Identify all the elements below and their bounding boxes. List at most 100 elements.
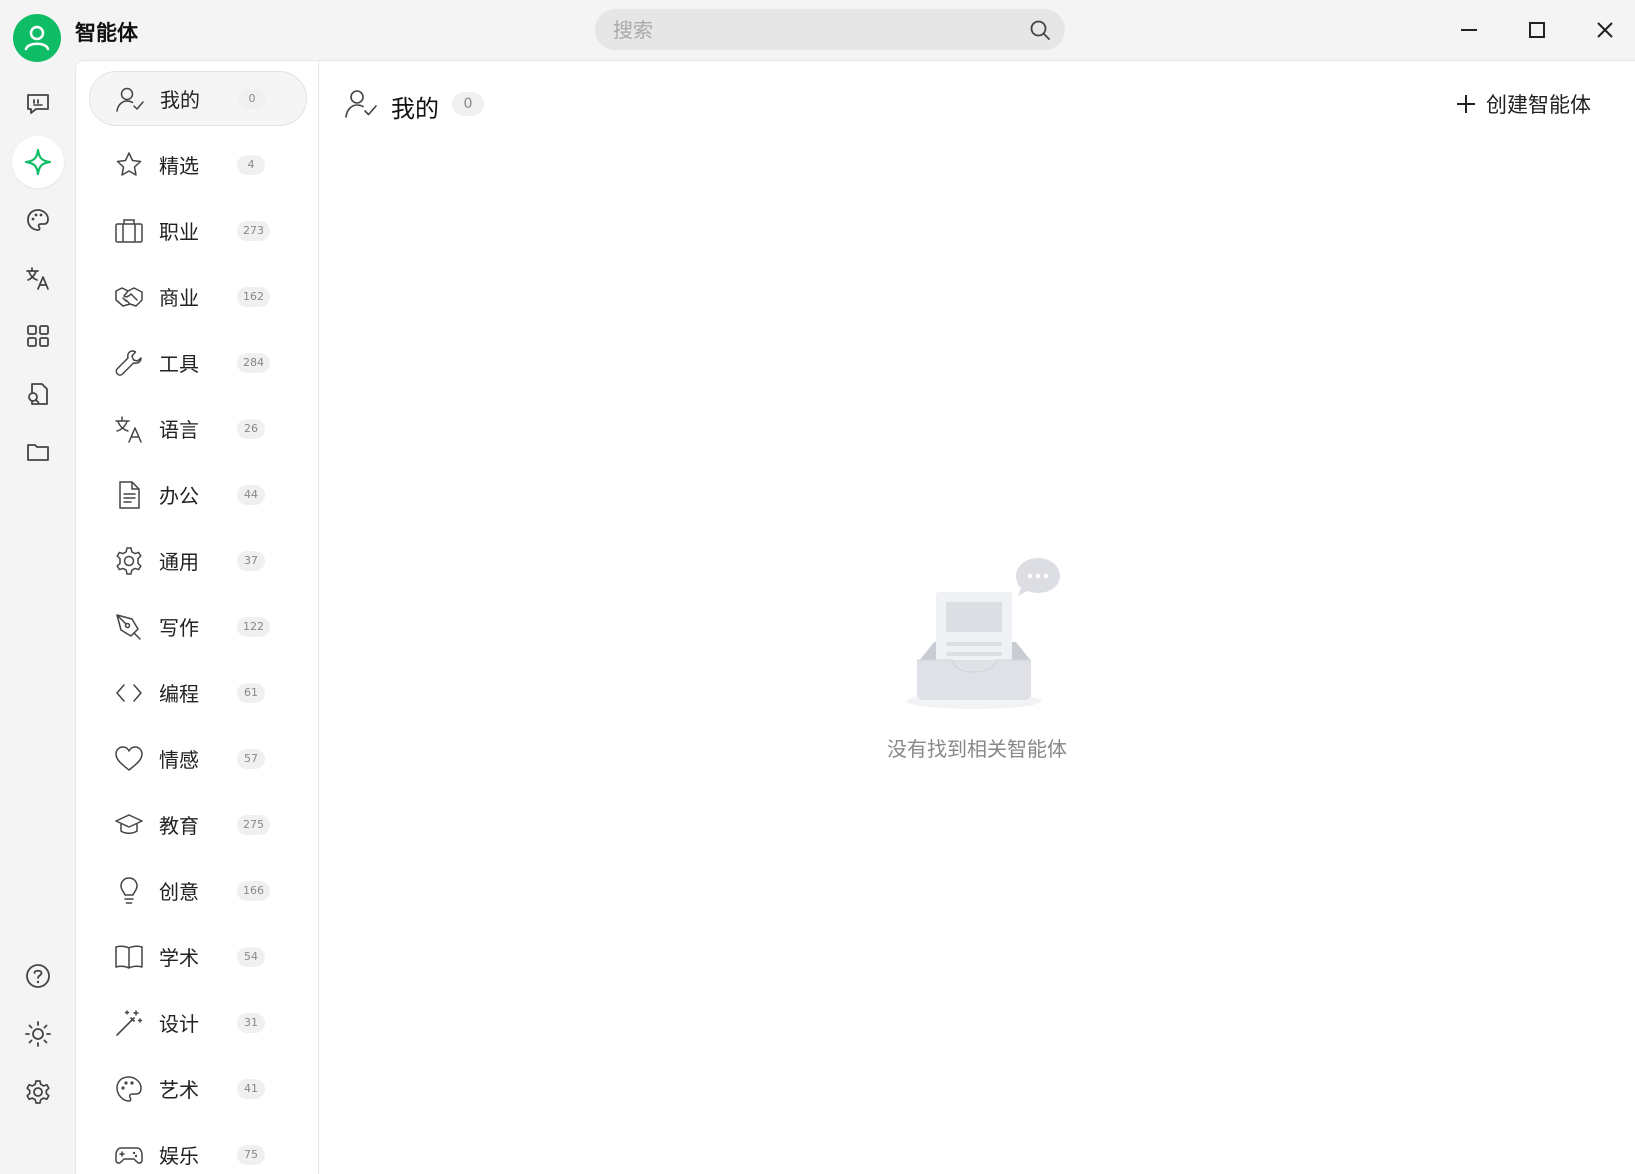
category-item-programming[interactable]: 编程 61: [89, 665, 307, 720]
book-icon: [115, 945, 143, 969]
category-label: 创意: [159, 880, 199, 904]
category-item-art[interactable]: 艺术 41: [89, 1061, 307, 1116]
rail-translate-button[interactable]: [12, 252, 64, 304]
rail-chat-button[interactable]: [12, 78, 64, 130]
rail-apps-button[interactable]: [12, 310, 64, 362]
category-label: 商业: [159, 286, 199, 310]
category-count: 275: [237, 814, 270, 835]
category-count: 44: [237, 484, 265, 505]
category-panel: 我的 0 精选 4 职业 273 商业 162 工具 284 语言 26 办公 …: [75, 60, 319, 1174]
lightbulb-icon: [120, 877, 138, 904]
category-label: 办公: [159, 484, 199, 508]
category-label: 精选: [159, 154, 199, 178]
apps-grid-icon: [27, 325, 49, 347]
pen-icon: [116, 614, 141, 640]
maximize-button[interactable]: [1521, 14, 1553, 46]
chat-icon: [27, 94, 49, 114]
heart-icon: [115, 746, 143, 771]
category-label: 通用: [159, 550, 199, 574]
category-item-career[interactable]: 职业 273: [89, 203, 307, 258]
create-agent-button[interactable]: 创建智能体: [1456, 87, 1591, 121]
briefcase-icon: [115, 219, 143, 243]
category-label: 写作: [159, 616, 199, 640]
user-icon: [24, 25, 50, 51]
category-label: 艺术: [159, 1078, 199, 1102]
page-title: 我的: [391, 95, 439, 123]
theme-sun-icon: [25, 1021, 51, 1047]
rail-agent-button[interactable]: [12, 136, 64, 188]
star-icon: [116, 152, 142, 176]
title-bar: 智能体: [0, 0, 1635, 62]
category-count: 0: [238, 88, 266, 109]
magic-wand-icon: [116, 1010, 143, 1036]
category-item-entertainment[interactable]: 娱乐 75: [89, 1127, 307, 1174]
maximize-icon: [1529, 22, 1545, 38]
wrench-icon: [115, 350, 142, 376]
rail-folder-button[interactable]: [12, 426, 64, 478]
category-item-education[interactable]: 教育 275: [89, 797, 307, 852]
category-item-business[interactable]: 商业 162: [89, 269, 307, 324]
doc-search-icon: [28, 383, 48, 405]
translate-icon: [115, 416, 142, 443]
handshake-icon: [115, 287, 143, 307]
user-avatar[interactable]: [13, 14, 61, 62]
category-item-design[interactable]: 设计 31: [89, 995, 307, 1050]
category-item-writing[interactable]: 写作 122: [89, 599, 307, 654]
graduation-cap-icon: [115, 814, 143, 834]
category-label: 设计: [159, 1012, 199, 1036]
code-icon: [116, 684, 142, 702]
rail-palette-button[interactable]: [12, 194, 64, 246]
rail-help-button[interactable]: [12, 950, 64, 1002]
settings-gear-icon: [26, 1080, 50, 1104]
category-label: 娱乐: [159, 1144, 199, 1168]
palette-icon: [27, 209, 49, 231]
category-count: 26: [237, 418, 265, 439]
category-count: 162: [237, 286, 270, 307]
category-item-general[interactable]: 通用 37: [89, 533, 307, 588]
category-count: 122: [237, 616, 270, 637]
user-check-icon: [345, 90, 377, 118]
close-button[interactable]: [1589, 14, 1621, 46]
plus-icon: [1457, 95, 1475, 113]
category-item-language[interactable]: 语言 26: [89, 401, 307, 456]
category-item-office[interactable]: 办公 44: [89, 467, 307, 522]
category-item-emotion[interactable]: 情感 57: [89, 731, 307, 786]
rail-doc-search-button[interactable]: [12, 368, 64, 420]
category-label: 编程: [159, 682, 199, 706]
agent-sparkle-icon: [24, 148, 52, 176]
category-count: 273: [237, 220, 270, 241]
category-label: 教育: [159, 814, 199, 838]
category-label: 职业: [159, 220, 199, 244]
category-count: 41: [237, 1078, 265, 1099]
category-item-academic[interactable]: 学术 54: [89, 929, 307, 984]
category-count: 54: [237, 946, 265, 967]
translate-icon: [26, 267, 49, 290]
category-item-creative[interactable]: 创意 166: [89, 863, 307, 918]
category-item-tools[interactable]: 工具 284: [89, 335, 307, 390]
user-check-icon: [116, 87, 144, 112]
search-input[interactable]: [613, 9, 1013, 50]
search-icon[interactable]: [1029, 19, 1051, 41]
category-item-featured[interactable]: 精选 4: [89, 137, 307, 192]
create-agent-label: 创建智能体: [1486, 93, 1591, 117]
category-count: 284: [237, 352, 270, 373]
category-count: 31: [237, 1012, 265, 1033]
category-label: 我的: [160, 88, 200, 112]
rail-settings-button[interactable]: [12, 1066, 64, 1118]
gamepad-icon: [115, 1147, 143, 1164]
help-icon: [26, 964, 50, 988]
category-count: 57: [237, 748, 265, 769]
search-box[interactable]: [595, 9, 1065, 50]
empty-state-message: 没有找到相关智能体: [887, 737, 1067, 761]
palette-icon: [116, 1076, 142, 1102]
category-item-mine[interactable]: 我的 0: [89, 71, 307, 126]
category-count: 61: [237, 682, 265, 703]
gear-icon: [116, 547, 142, 575]
minimize-button[interactable]: [1453, 14, 1485, 46]
close-icon: [1597, 22, 1613, 38]
category-label: 工具: [159, 352, 199, 376]
category-count: 4: [237, 154, 265, 175]
rail-theme-button[interactable]: [12, 1008, 64, 1060]
folder-icon: [27, 444, 49, 461]
app-title: 智能体: [75, 21, 138, 45]
